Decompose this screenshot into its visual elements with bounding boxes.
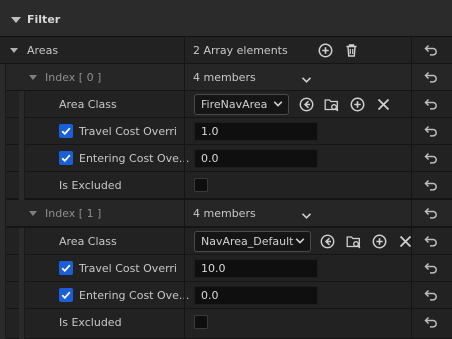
- add-icon[interactable]: [372, 234, 387, 249]
- use-selected-asset-icon[interactable]: [299, 97, 314, 112]
- reset-column-divider: [411, 37, 412, 339]
- reset-to-default-icon[interactable]: [424, 316, 438, 328]
- areas-expand-triangle-icon[interactable]: [10, 48, 18, 53]
- collapse-triangle-icon[interactable]: [11, 17, 21, 23]
- reset-to-default-icon[interactable]: [424, 179, 438, 191]
- area-class-label: Area Class: [59, 98, 117, 111]
- checkmark-icon: [61, 291, 71, 300]
- checkmark-icon: [61, 154, 71, 163]
- area-class-value: NavArea_Default: [201, 235, 294, 248]
- checkmark-icon: [61, 127, 71, 136]
- is-excluded-row: Is Excluded: [0, 172, 452, 199]
- index-1-expand-triangle-icon[interactable]: [29, 211, 37, 216]
- is-excluded-checkbox[interactable]: [194, 178, 208, 192]
- reset-to-default-icon[interactable]: [424, 152, 438, 164]
- index-0-members: 4 members: [193, 71, 256, 84]
- checkmark-icon: [61, 264, 71, 273]
- travel-cost-input[interactable]: 10.0: [194, 259, 318, 278]
- chevron-down-icon: [273, 101, 283, 107]
- entering-cost-input[interactable]: 0.0: [194, 149, 318, 168]
- entering-cost-label: Entering Cost Ove...: [79, 152, 190, 165]
- travel-cost-label: Travel Cost Overri: [79, 262, 177, 275]
- area-class-label: Area Class: [59, 235, 117, 248]
- is-excluded-row: Is Excluded: [0, 309, 452, 339]
- travel-cost-override-checkbox[interactable]: [59, 261, 73, 275]
- area-class-row: Area Class FireNavArea: [0, 91, 452, 118]
- area-class-combo[interactable]: FireNavArea: [194, 94, 289, 115]
- area-class-combo[interactable]: NavArea_Default: [194, 231, 311, 252]
- travel-cost-row: Travel Cost Overri 1.0: [0, 118, 452, 145]
- entering-cost-row: Entering Cost Ove... 0.0: [0, 282, 452, 309]
- is-excluded-label: Is Excluded: [59, 316, 122, 329]
- chevron-down-icon[interactable]: [301, 210, 312, 219]
- indent-guide: [19, 228, 25, 339]
- reset-to-default-icon[interactable]: [424, 289, 438, 301]
- entering-cost-override-checkbox[interactable]: [59, 151, 73, 165]
- clear-icon[interactable]: [376, 97, 391, 112]
- column-splitter[interactable]: [184, 37, 185, 339]
- browse-in-content-icon[interactable]: [324, 97, 339, 112]
- area-class-value: FireNavArea: [201, 98, 268, 111]
- index-1-label: Index [ 1 ]: [45, 207, 102, 220]
- use-selected-asset-icon[interactable]: [320, 234, 335, 249]
- is-excluded-checkbox[interactable]: [194, 315, 208, 329]
- entering-cost-input[interactable]: 0.0: [194, 286, 318, 305]
- filter-category-header[interactable]: Filter: [0, 0, 452, 37]
- entering-cost-label: Entering Cost Ove...: [79, 289, 190, 302]
- add-icon[interactable]: [350, 97, 365, 112]
- entering-cost-row: Entering Cost Ove... 0.0: [0, 145, 452, 172]
- index-1-members: 4 members: [193, 207, 256, 220]
- index-1-row: Index [ 1 ] 4 members: [0, 200, 452, 227]
- travel-cost-override-checkbox[interactable]: [59, 124, 73, 138]
- areas-summary: 2 Array elements: [193, 44, 288, 57]
- travel-cost-label: Travel Cost Overri: [79, 125, 177, 138]
- filter-category-title: Filter: [27, 13, 61, 26]
- reset-to-default-icon[interactable]: [424, 235, 438, 247]
- index-0-label: Index [ 0 ]: [45, 71, 102, 84]
- index-0-expand-triangle-icon[interactable]: [29, 75, 37, 80]
- area-class-row: Area Class NavArea_Default: [0, 228, 452, 255]
- delete-all-icon[interactable]: [344, 43, 359, 58]
- reset-to-default-icon[interactable]: [424, 125, 438, 137]
- entering-cost-override-checkbox[interactable]: [59, 288, 73, 302]
- reset-to-default-icon[interactable]: [424, 98, 438, 110]
- indent-guide: [0, 64, 6, 339]
- chevron-down-icon: [295, 238, 305, 244]
- reset-to-default-icon[interactable]: [424, 44, 438, 56]
- areas-row: Areas 2 Array elements: [0, 37, 452, 64]
- areas-label: Areas: [27, 44, 59, 57]
- browse-in-content-icon[interactable]: [346, 234, 361, 249]
- indent-guide: [19, 91, 25, 200]
- reset-to-default-icon[interactable]: [424, 207, 438, 219]
- is-excluded-label: Is Excluded: [59, 179, 122, 192]
- index-0-row: Index [ 0 ] 4 members: [0, 64, 452, 91]
- travel-cost-row: Travel Cost Overri 10.0: [0, 255, 452, 282]
- travel-cost-input[interactable]: 1.0: [194, 122, 318, 141]
- reset-to-default-icon[interactable]: [424, 71, 438, 83]
- reset-to-default-icon[interactable]: [424, 262, 438, 274]
- add-element-icon[interactable]: [318, 43, 333, 58]
- chevron-down-icon[interactable]: [301, 74, 312, 83]
